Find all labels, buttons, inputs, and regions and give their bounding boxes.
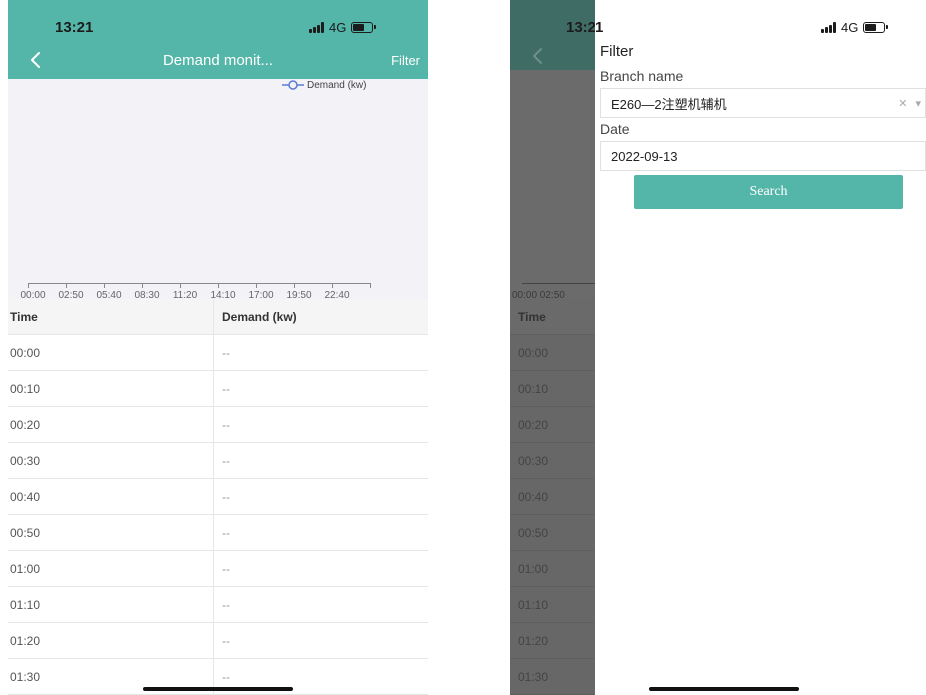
x-axis-tick xyxy=(66,283,67,288)
filter-title: Filter xyxy=(600,43,634,60)
dimmed-row-time: 00:10 xyxy=(510,371,595,407)
table-row: 00:10 -- xyxy=(8,371,428,407)
demand-table: Time Demand (kw) 00:00 -- 00:10 -- 00:20 -- 00… xyxy=(8,299,428,695)
row-demand: -- xyxy=(222,669,230,684)
table-row: 00:30 -- xyxy=(8,443,428,479)
search-button[interactable]: Search xyxy=(634,175,903,209)
home-indicator xyxy=(143,687,293,691)
dimmed-row-time: 00:50 xyxy=(510,515,595,551)
row-demand: -- xyxy=(222,489,230,504)
dimmed-row-time: 00:20 xyxy=(510,407,595,443)
demand-monitor-screen: 13:21 4G Demand monit... Filter Demand (… xyxy=(8,0,428,695)
dimmed-row-time: 01:00 xyxy=(510,551,595,587)
table-row: 01:00 -- xyxy=(8,551,428,587)
table-row: 00:50 -- xyxy=(8,515,428,551)
row-time: 00:30 xyxy=(8,443,214,478)
dimmed-row-time: 01:30 xyxy=(510,659,595,695)
status-time-suffix: 1 xyxy=(595,19,604,36)
branch-select[interactable]: E260—2注塑机辅机 ✕ ▾ xyxy=(600,88,926,118)
dimmed-table-body: 00:00 00:10 00:20 00:30 00:40 00:50 01:00 01:10… xyxy=(510,335,595,695)
x-axis-tick xyxy=(332,283,333,288)
table-row: 00:40 -- xyxy=(8,479,428,515)
filter-screen: 13:2 00:00 02:50 Time 00:00 00:10 00:20 00:… xyxy=(510,0,926,695)
page-title: Demand monit... xyxy=(162,52,274,69)
home-indicator xyxy=(649,687,799,691)
x-axis-tick xyxy=(180,283,181,288)
row-time: 00:20 xyxy=(8,407,214,442)
row-demand: -- xyxy=(222,561,230,576)
x-axis-tick xyxy=(370,283,371,288)
dimmed-row-time: 00:40 xyxy=(510,479,595,515)
row-time: 00:40 xyxy=(8,479,214,514)
header-time: Time xyxy=(8,299,214,334)
table-row: 00:00 -- xyxy=(8,335,428,371)
table-row: 01:10 -- xyxy=(8,587,428,623)
branch-label: Branch name xyxy=(600,68,684,84)
dimmed-back-icon xyxy=(533,48,542,64)
header-demand: Demand (kw) xyxy=(222,309,297,324)
battery-icon xyxy=(863,22,889,33)
legend-line-circle-icon xyxy=(282,80,304,90)
row-demand: -- xyxy=(222,417,230,432)
row-demand: -- xyxy=(222,633,230,648)
dimmed-background[interactable]: 13:2 00:00 02:50 Time 00:00 00:10 00:20 00:… xyxy=(510,0,595,695)
row-demand: -- xyxy=(222,525,230,540)
x-axis-tick xyxy=(218,283,219,288)
x-axis-tick xyxy=(256,283,257,288)
signal-icon xyxy=(821,22,836,33)
x-axis-tick xyxy=(142,283,143,288)
row-time: 00:00 xyxy=(8,335,214,370)
dimmed-row-time: 00:00 xyxy=(510,335,595,371)
date-label: Date xyxy=(600,121,630,137)
filter-button[interactable]: Filter xyxy=(391,53,420,68)
battery-icon xyxy=(351,22,377,33)
branch-value: E260—2注塑机辅机 xyxy=(611,96,727,112)
row-time: 00:50 xyxy=(8,515,214,550)
row-time: 01:10 xyxy=(8,587,214,622)
demand-chart xyxy=(8,79,428,299)
row-demand: -- xyxy=(222,453,230,468)
table-row: 00:20 -- xyxy=(8,407,428,443)
row-time: 00:10 xyxy=(8,371,214,406)
clear-icon[interactable]: ✕ xyxy=(898,97,907,110)
filter-panel: 1 4G Filter Branch name E260—2注塑机辅机 ✕ ▾ … xyxy=(595,0,926,695)
date-value: 2022-09-13 xyxy=(611,148,678,164)
table-body: 00:00 -- 00:10 -- 00:20 -- 00:30 -- 00:40 -- 00:50… xyxy=(8,335,428,695)
table-header: Time Demand (kw) xyxy=(8,299,428,335)
status-indicators: 4G xyxy=(309,20,377,35)
row-time: 01:20 xyxy=(8,623,214,658)
legend-label: Demand (kw) xyxy=(307,79,367,91)
dimmed-row-time: 00:30 xyxy=(510,443,595,479)
status-time: 13:21 xyxy=(55,19,94,36)
dimmed-header-time: Time xyxy=(510,299,595,335)
x-axis-tick xyxy=(294,283,295,288)
dimmed-table: Time 00:00 00:10 00:20 00:30 00:40 00:50 01:00… xyxy=(510,299,595,695)
dimmed-row-time: 01:10 xyxy=(510,587,595,623)
row-demand: -- xyxy=(222,345,230,360)
x-axis-tick xyxy=(104,283,105,288)
row-time: 01:00 xyxy=(8,551,214,586)
chevron-down-icon[interactable]: ▾ xyxy=(915,97,921,110)
row-demand: -- xyxy=(222,381,230,396)
chart-legend: Demand (kw) xyxy=(282,79,366,91)
dimmed-row-time: 01:20 xyxy=(510,623,595,659)
network-type: 4G xyxy=(841,20,859,35)
x-axis xyxy=(28,283,370,284)
row-demand: -- xyxy=(222,597,230,612)
dimmed-status-time: 13:2 xyxy=(566,19,595,36)
status-indicators: 4G xyxy=(821,20,889,35)
table-row: 01:20 -- xyxy=(8,623,428,659)
dimmed-x-axis xyxy=(522,283,595,284)
network-type: 4G xyxy=(329,20,347,35)
signal-icon xyxy=(309,22,324,33)
date-field[interactable]: 2022-09-13 xyxy=(600,141,926,171)
x-axis-tick xyxy=(28,283,29,288)
